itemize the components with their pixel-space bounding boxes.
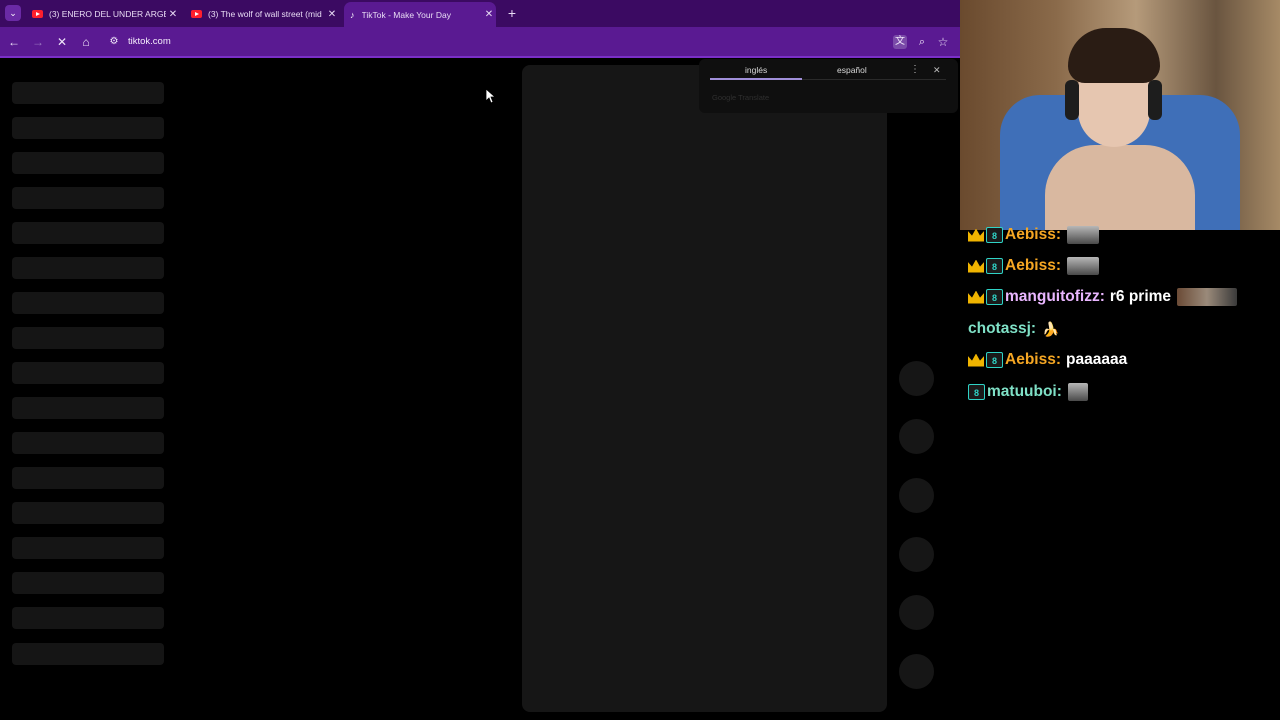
action-button-placeholder[interactable] (899, 478, 934, 513)
tab-tiktok[interactable]: ♪ TikTok - Make Your Day ✕ (344, 2, 496, 27)
sub-badge-icon: 8 (986, 258, 1003, 274)
sidebar-skeleton (12, 187, 164, 209)
sidebar-skeleton (12, 152, 164, 174)
chat-message: 8 Aebiss: (968, 255, 1099, 277)
chat-message: 8 Aebiss: (968, 224, 1099, 246)
sub-badge-icon: 8 (986, 227, 1003, 243)
translate-target-tab[interactable]: español (837, 65, 867, 75)
tab-title: TikTok - Make Your Day (361, 9, 451, 20)
chat-text: paaaaaa (1066, 351, 1128, 368)
tab-title: (3) ENERO DEL UNDER ARGENT (49, 9, 166, 19)
translate-divider (802, 79, 946, 80)
home-icon[interactable]: ⌂ (78, 34, 94, 50)
chat-username: Aebiss: (1005, 351, 1061, 368)
sidebar-skeleton (12, 292, 164, 314)
sidebar-skeleton (12, 432, 164, 454)
action-button-placeholder[interactable] (899, 537, 934, 572)
webcam-feed (960, 0, 1280, 230)
chat-message: 8 manguitofizz: r6 prime (968, 286, 1238, 308)
sub-badge-icon: 8 (986, 289, 1003, 305)
site-settings-icon[interactable]: ⚙ (106, 34, 122, 50)
sidebar-skeleton (12, 643, 164, 665)
emote-icon (1067, 226, 1099, 244)
action-button-placeholder[interactable] (899, 595, 934, 630)
crown-icon (968, 259, 984, 273)
emote-icon (1067, 383, 1088, 401)
forward-arrow-icon[interactable]: → (30, 34, 46, 50)
crown-icon (968, 353, 984, 367)
sidebar-skeleton (12, 257, 164, 279)
toolbar-divider (0, 56, 960, 58)
google-translate-label: Google Translate (712, 93, 770, 102)
action-button-placeholder[interactable] (899, 419, 934, 454)
address-bar[interactable]: tiktok.com (128, 36, 171, 47)
sidebar-skeleton (12, 82, 164, 104)
tab-youtube-2[interactable]: (3) The wolf of wall street (mid ✕ (191, 3, 339, 25)
chat-username: chotassj: (968, 320, 1037, 337)
emote-icon (1067, 257, 1099, 275)
close-tab-icon[interactable]: ✕ (482, 9, 496, 20)
bookmark-star-icon[interactable]: ☆ (935, 34, 951, 50)
chat-username: matuuboi: (987, 383, 1062, 400)
tab-title: (3) The wolf of wall street (mid (208, 9, 322, 19)
chat-username: manguitofizz: (1005, 288, 1105, 305)
sidebar-skeleton (12, 222, 164, 244)
crown-icon (968, 290, 984, 304)
close-tab-icon[interactable]: ✕ (166, 9, 180, 20)
new-tab-button[interactable]: + (505, 5, 519, 21)
headset-icon (1148, 80, 1162, 120)
sidebar-skeleton (12, 607, 164, 629)
more-options-icon[interactable]: ⋮ (910, 64, 920, 75)
youtube-icon (32, 10, 43, 18)
chat-username: Aebiss: (1005, 257, 1061, 274)
sidebar-skeleton (12, 537, 164, 559)
sidebar-skeleton (12, 362, 164, 384)
chat-username: Aebiss: (1005, 226, 1061, 243)
action-button-placeholder[interactable] (899, 361, 934, 396)
sub-badge-icon: 8 (986, 352, 1003, 368)
stop-loading-icon[interactable]: ✕ (54, 34, 70, 50)
zoom-icon[interactable]: ⌕ (914, 34, 930, 50)
close-tab-icon[interactable]: ✕ (325, 9, 339, 20)
headset-icon (1065, 80, 1079, 120)
chat-text: r6 prime (1109, 288, 1172, 305)
video-placeholder[interactable] (522, 65, 887, 712)
sidebar-skeleton (12, 502, 164, 524)
translate-icon[interactable]: 文 (893, 35, 907, 49)
translate-source-tab[interactable]: inglés (745, 65, 767, 75)
tab-youtube-1[interactable]: (3) ENERO DEL UNDER ARGENT ✕ (32, 3, 180, 25)
banana-emote-icon: 🍌 (1042, 320, 1060, 337)
chat-message: 8 Aebiss: paaaaaa (968, 349, 1127, 371)
sidebar-skeleton (12, 327, 164, 349)
mouse-cursor-icon (486, 89, 496, 104)
sidebar-skeleton (12, 397, 164, 419)
streamer-body (1045, 145, 1195, 230)
chat-message: chotassj: 🍌 (968, 318, 1060, 340)
sidebar-skeleton (12, 467, 164, 489)
emote-icon (1177, 288, 1238, 306)
streamer-hair (1068, 28, 1160, 83)
tiktok-icon: ♪ (350, 9, 355, 20)
youtube-icon (191, 10, 202, 18)
back-arrow-icon[interactable]: ← (6, 34, 22, 50)
translate-active-underline (710, 78, 802, 80)
tab-search-button[interactable]: ⌄ (5, 5, 21, 21)
action-button-placeholder[interactable] (899, 654, 934, 689)
chat-message: 8 matuuboi: (968, 381, 1088, 403)
sidebar-skeleton (12, 117, 164, 139)
sidebar-skeleton (12, 572, 164, 594)
sub-badge-icon: 8 (968, 384, 985, 400)
crown-icon (968, 228, 984, 242)
close-popup-icon[interactable]: ✕ (933, 65, 941, 76)
